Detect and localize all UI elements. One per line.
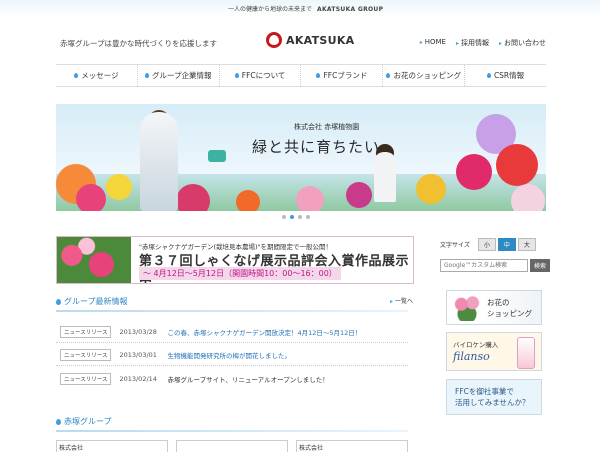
news-category: ニュースリリース [60, 373, 112, 385]
news-date: 2013/03/01 [119, 351, 157, 359]
site-search: 検索 [440, 259, 550, 272]
nav-item-shopping[interactable]: お花のショッピング [382, 65, 464, 86]
news-category: ニュースリリース [60, 326, 112, 338]
bottle-icon [517, 337, 535, 369]
event-banner[interactable]: "赤塚シャクナゲガーデン(栽培見本農場)"を期間限定で一般公開！ 第３７回しゃく… [56, 236, 414, 284]
tagline: 一人の健康から地球の未来まで AKATSUKA GROUP [228, 6, 384, 13]
group-name: AKATSUKA GROUP [317, 6, 384, 13]
font-size-medium-button[interactable]: 中 [497, 238, 516, 251]
drop-icon [316, 73, 321, 78]
group-card[interactable]: 株式会社 [56, 440, 168, 452]
news-item: ニュースリリース 2013/02/14 赤塚グループサイト、リニューアルオープン… [60, 373, 400, 385]
rhododendron-photo [57, 237, 131, 283]
font-size-small-button[interactable]: 小 [477, 238, 496, 251]
top-bar: 一人の健康から地球の未来まで AKATSUKA GROUP [0, 0, 600, 18]
news-item: ニュースリリース 2013/03/28 この春、赤塚シャクナゲガーデン開放決定！… [60, 326, 400, 338]
group-heading: 赤塚グループ [56, 416, 112, 427]
banner-line3: ～ 4月12日～5月12日（開園時間10：00～16：00） [139, 267, 341, 280]
news-date: 2013/03/28 [119, 328, 157, 336]
utility-links: HOME 採用情報 お問い合わせ [420, 38, 546, 48]
nav-item-group[interactable]: グループ企業情報 [136, 65, 219, 86]
font-size-switcher: 文字サイズ 小 中 大 [440, 238, 536, 251]
slogan: 赤塚グループは豊かな時代づくりを応援します [60, 39, 218, 48]
recruit-link[interactable]: 採用情報 [456, 38, 489, 48]
slide-dot-active[interactable] [290, 215, 294, 219]
global-nav: メッセージ グループ企業情報 FFCについて FFCブランド お花のショッピング… [56, 64, 546, 87]
group-cards: 株式会社 株式会社 [56, 440, 408, 452]
nav-item-message[interactable]: メッセージ [56, 65, 137, 86]
hero-company: 株式会社 赤塚植物園 [294, 123, 360, 131]
news-item: ニュースリリース 2013/03/01 生物機能開発研究所の梅が開花しました。 [60, 349, 400, 361]
filanso-brand: filanso [453, 350, 490, 363]
news-title[interactable]: 赤塚グループサイト、リニューアルオープンしました！ [167, 374, 328, 384]
logo[interactable]: AKATSUKA [266, 32, 355, 48]
home-link[interactable]: HOME [420, 38, 446, 48]
drop-icon [486, 73, 491, 78]
drop-icon [234, 73, 239, 78]
nav-item-csr[interactable]: CSR情報 [464, 65, 546, 86]
filanso-caption: バイロケン購入 [453, 341, 499, 349]
font-size-large-button[interactable]: 大 [517, 238, 536, 251]
flower-pot-icon [453, 293, 481, 321]
filanso-banner[interactable]: バイロケン購入 filanso [446, 332, 542, 371]
logo-text: AKATSUKA [286, 33, 355, 47]
news-title-link[interactable]: 生物機能開発研究所の梅が開花しました。 [167, 350, 291, 360]
header: 赤塚グループは豊かな時代づくりを応援します AKATSUKA HOME 採用情報… [0, 18, 600, 62]
slideshow-dots [282, 215, 310, 219]
group-card[interactable] [176, 440, 288, 452]
news-date: 2013/02/14 [119, 375, 157, 383]
hero-title: 緑と共に育ちたい [252, 138, 381, 156]
group-card[interactable]: 株式会社 [296, 440, 408, 452]
watering-can-icon [208, 150, 226, 162]
slide-dot[interactable] [306, 215, 310, 219]
hero-slideshow[interactable]: 株式会社 赤塚植物園 緑と共に育ちたい [56, 104, 546, 211]
contact-link[interactable]: お問い合わせ [499, 38, 546, 48]
nav-item-ffc[interactable]: FFCについて [218, 65, 301, 86]
drop-icon [144, 73, 149, 78]
search-input[interactable] [440, 259, 528, 272]
news-heading: グループ最新情報 [56, 296, 128, 307]
flower-shopping-banner[interactable]: お花の ショッピング [446, 290, 542, 325]
nav-item-ffc-brand[interactable]: FFCブランド [300, 65, 382, 86]
slide-dot[interactable] [282, 215, 286, 219]
drop-icon [74, 73, 79, 78]
news-category: ニュースリリース [60, 349, 112, 361]
logo-mark-icon [266, 32, 282, 48]
slide-dot[interactable] [298, 215, 302, 219]
search-button[interactable]: 検索 [530, 259, 550, 272]
font-size-label: 文字サイズ [440, 242, 470, 249]
news-more-link[interactable]: 一覧へ [390, 296, 413, 305]
news-title-link[interactable]: この春、赤塚シャクナゲガーデン開放決定！4月12日～5月12日！ [167, 327, 361, 337]
ffc-business-banner[interactable]: FFCを御社事業で 活用してみませんか？ [446, 379, 542, 415]
drop-icon [386, 73, 391, 78]
